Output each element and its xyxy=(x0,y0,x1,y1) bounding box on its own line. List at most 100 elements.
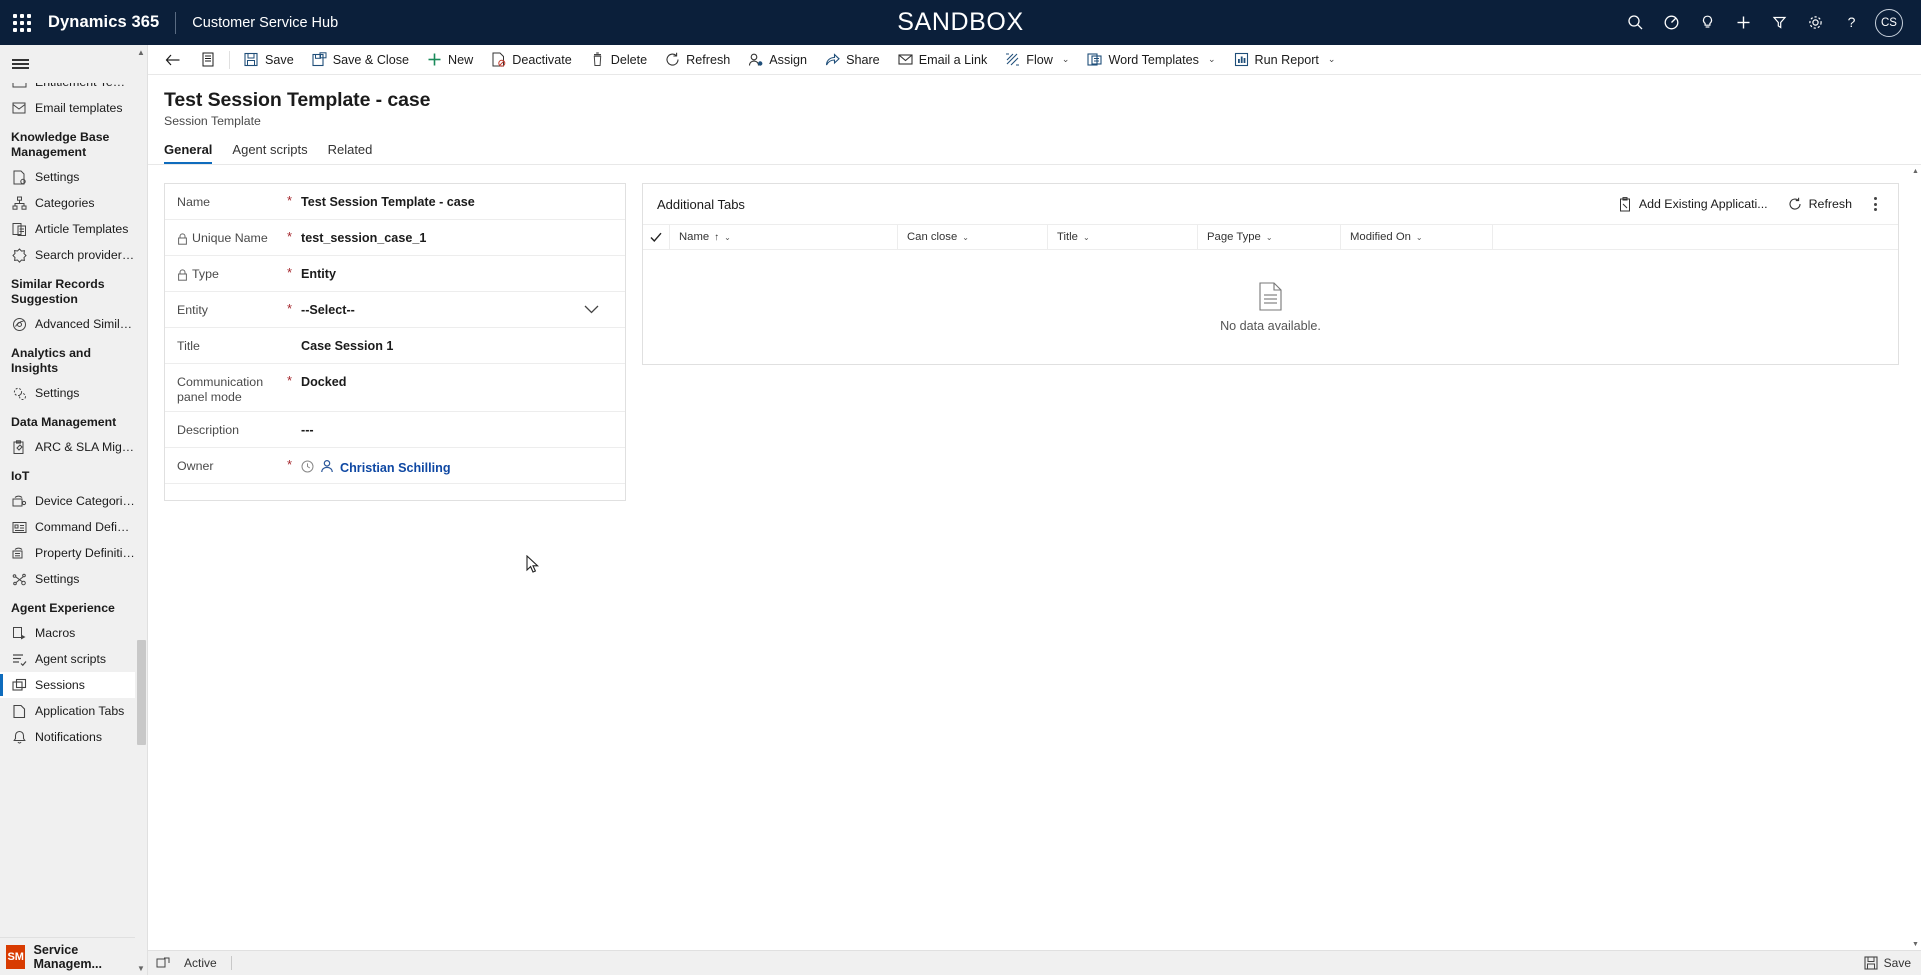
chevron-down-icon[interactable]: ⌄ xyxy=(1266,233,1273,242)
command-delete-button[interactable]: Delete xyxy=(581,45,656,75)
field-value[interactable]: --Select-- xyxy=(301,292,613,317)
main-scroll-up-icon[interactable]: ▲ xyxy=(1910,165,1921,177)
command-word-templates-button[interactable]: Word Templates ⌄ xyxy=(1078,45,1224,75)
scrollbar-thumb[interactable] xyxy=(137,640,146,745)
sidebar-item-sessions[interactable]: Sessions xyxy=(0,672,135,698)
sidebar-item-advanced-similari[interactable]: Advanced Similari... xyxy=(0,311,135,337)
sidebar-collapse-button[interactable] xyxy=(0,45,147,83)
sidebar-item-label: Command Definit... xyxy=(35,520,135,534)
field-value[interactable]: Entity xyxy=(301,256,613,281)
sidebar-item-entitlement-templ[interactable]: Entitlement Templ... xyxy=(0,83,135,95)
main-scrollbar[interactable]: ▲ ▼ xyxy=(1910,165,1921,950)
footer-save-button[interactable]: Save xyxy=(1864,956,1911,970)
sidebar-item-label: Email templates xyxy=(35,101,123,115)
chevron-down-icon[interactable] xyxy=(584,303,613,317)
chevron-down-icon[interactable]: ⌄ xyxy=(1328,54,1336,65)
email-link-icon xyxy=(898,52,913,67)
grid-column-title[interactable]: Title ⌄ xyxy=(1047,224,1197,250)
command-save-button[interactable]: Save xyxy=(235,45,303,75)
field-label: Communication panel mode xyxy=(177,364,287,405)
grid-column-modified-on[interactable]: Modified On ⌄ xyxy=(1340,224,1492,250)
app-launcher-icon[interactable] xyxy=(0,0,44,45)
sidebar-item-notifications[interactable]: Notifications xyxy=(0,724,135,750)
assistant-icon[interactable] xyxy=(1653,0,1689,45)
settings-gear-icon[interactable] xyxy=(1797,0,1833,45)
grid-column-page-type[interactable]: Page Type ⌄ xyxy=(1197,224,1340,250)
chevron-down-icon[interactable]: ⌄ xyxy=(1416,233,1423,242)
sidebar-item-macros[interactable]: Macros xyxy=(0,620,135,646)
quick-create-plus-icon[interactable] xyxy=(1725,0,1761,45)
notifications-icon xyxy=(11,729,27,745)
command-new-button[interactable]: New xyxy=(418,45,482,75)
grid-refresh-button[interactable]: Refresh xyxy=(1780,190,1860,218)
sidebar-item-email-templates[interactable]: Email templates xyxy=(0,95,135,121)
chevron-down-icon[interactable]: ⌄ xyxy=(1208,54,1216,65)
search-providers-icon xyxy=(11,247,27,263)
share-icon xyxy=(825,52,840,67)
owner-link[interactable]: Christian Schilling xyxy=(340,461,451,475)
command-save-close-button[interactable]: Save & Close xyxy=(303,45,418,75)
sidebar-item-search-providers[interactable]: Search providers (... xyxy=(0,242,135,268)
sidebar-item-command-definit[interactable]: Command Definit... xyxy=(0,514,135,540)
field-value[interactable]: Docked xyxy=(301,364,613,389)
field-value[interactable]: --- xyxy=(301,412,613,437)
command-run-report-button[interactable]: Run Report ⌄ xyxy=(1225,45,1345,75)
add-existing-application-tab-button[interactable]: Add Existing Applicati... xyxy=(1610,190,1776,218)
sidebar-item-arc-sla-migra[interactable]: ARC & SLA Migra... xyxy=(0,434,135,460)
tab-agent-scripts[interactable]: Agent scripts xyxy=(232,142,307,164)
scroll-down-arrow-icon[interactable]: ▼ xyxy=(135,961,147,975)
command-deactivate-button[interactable]: Deactivate xyxy=(482,45,581,75)
grid-title: Additional Tabs xyxy=(657,196,745,212)
sidebar-scrollbar[interactable]: ▲ ▼ xyxy=(135,45,147,975)
main-scroll-down-icon[interactable]: ▼ xyxy=(1910,938,1921,950)
sidebar-item-settings[interactable]: Settings xyxy=(0,164,135,190)
back-button[interactable] xyxy=(154,45,192,75)
sidebar-item-property-definitio[interactable]: Property Definitio... xyxy=(0,540,135,566)
tab-general[interactable]: General xyxy=(164,142,213,164)
command-share-button[interactable]: Share xyxy=(816,45,889,75)
navbar-divider xyxy=(175,11,177,34)
field-value[interactable]: test_session_case_1 xyxy=(301,220,613,245)
sidebar-item-categories[interactable]: Categories xyxy=(0,190,135,216)
form-selector-button[interactable] xyxy=(192,45,224,75)
sidebar-item-application-tabs[interactable]: Application Tabs xyxy=(0,698,135,724)
command-email-a-link-button[interactable]: Email a Link xyxy=(889,45,997,75)
sidebar-group-title: Agent Experience xyxy=(11,601,115,615)
user-avatar[interactable]: CS xyxy=(1875,8,1903,37)
sidebar-item-label: Agent scripts xyxy=(35,652,107,666)
tab-related[interactable]: Related xyxy=(328,142,373,164)
command-refresh-button[interactable]: Refresh xyxy=(656,45,739,75)
grid-more-commands-icon[interactable] xyxy=(1864,190,1886,218)
expand-footer-icon[interactable] xyxy=(156,957,170,970)
sidebar-item-device-categories[interactable]: Device Categories xyxy=(0,488,135,514)
grid-column-name[interactable]: Name ↑ ⌄ xyxy=(669,224,897,250)
field-label: Title xyxy=(177,328,287,354)
help-icon[interactable]: ? xyxy=(1833,0,1869,45)
chevron-down-icon[interactable]: ⌄ xyxy=(1083,233,1090,242)
field-value[interactable]: Test Session Template - case xyxy=(301,184,613,209)
grid-select-all-checkbox[interactable] xyxy=(643,224,669,250)
chevron-down-icon[interactable]: ⌄ xyxy=(962,233,969,242)
field-label: Name xyxy=(177,184,287,210)
field-value[interactable]: Christian Schilling xyxy=(301,448,613,476)
sidebar-item-agent-scripts[interactable]: Agent scripts xyxy=(0,646,135,672)
filter-icon[interactable] xyxy=(1761,0,1797,45)
brand-label[interactable]: Dynamics 365 xyxy=(48,13,159,32)
lightbulb-icon[interactable] xyxy=(1689,0,1725,45)
app-name-label[interactable]: Customer Service Hub xyxy=(192,15,338,31)
sidebar-item-settings[interactable]: Settings xyxy=(0,380,135,406)
command-label: Email a Link xyxy=(918,52,988,67)
search-icon[interactable] xyxy=(1617,0,1653,45)
sidebar-item-label: Notifications xyxy=(35,730,102,744)
command-assign-button[interactable]: Assign xyxy=(739,45,816,75)
area-switcher[interactable]: SM Service Managem... xyxy=(0,937,147,975)
chevron-down-icon[interactable]: ⌄ xyxy=(724,233,731,242)
chevron-down-icon[interactable]: ⌄ xyxy=(1062,54,1070,65)
sidebar-item-settings[interactable]: Settings xyxy=(0,566,135,592)
command-flow-button[interactable]: Flow ⌄ xyxy=(996,45,1078,75)
scroll-up-arrow-icon[interactable]: ▲ xyxy=(135,45,147,59)
grid-column-can-close[interactable]: Can close ⌄ xyxy=(897,224,1047,250)
sidebar-scroll-area: Entitlement Templ... Email templates Knowl… xyxy=(0,83,147,937)
sidebar-item-article-templates[interactable]: Article Templates xyxy=(0,216,135,242)
field-value[interactable]: Case Session 1 xyxy=(301,328,613,353)
